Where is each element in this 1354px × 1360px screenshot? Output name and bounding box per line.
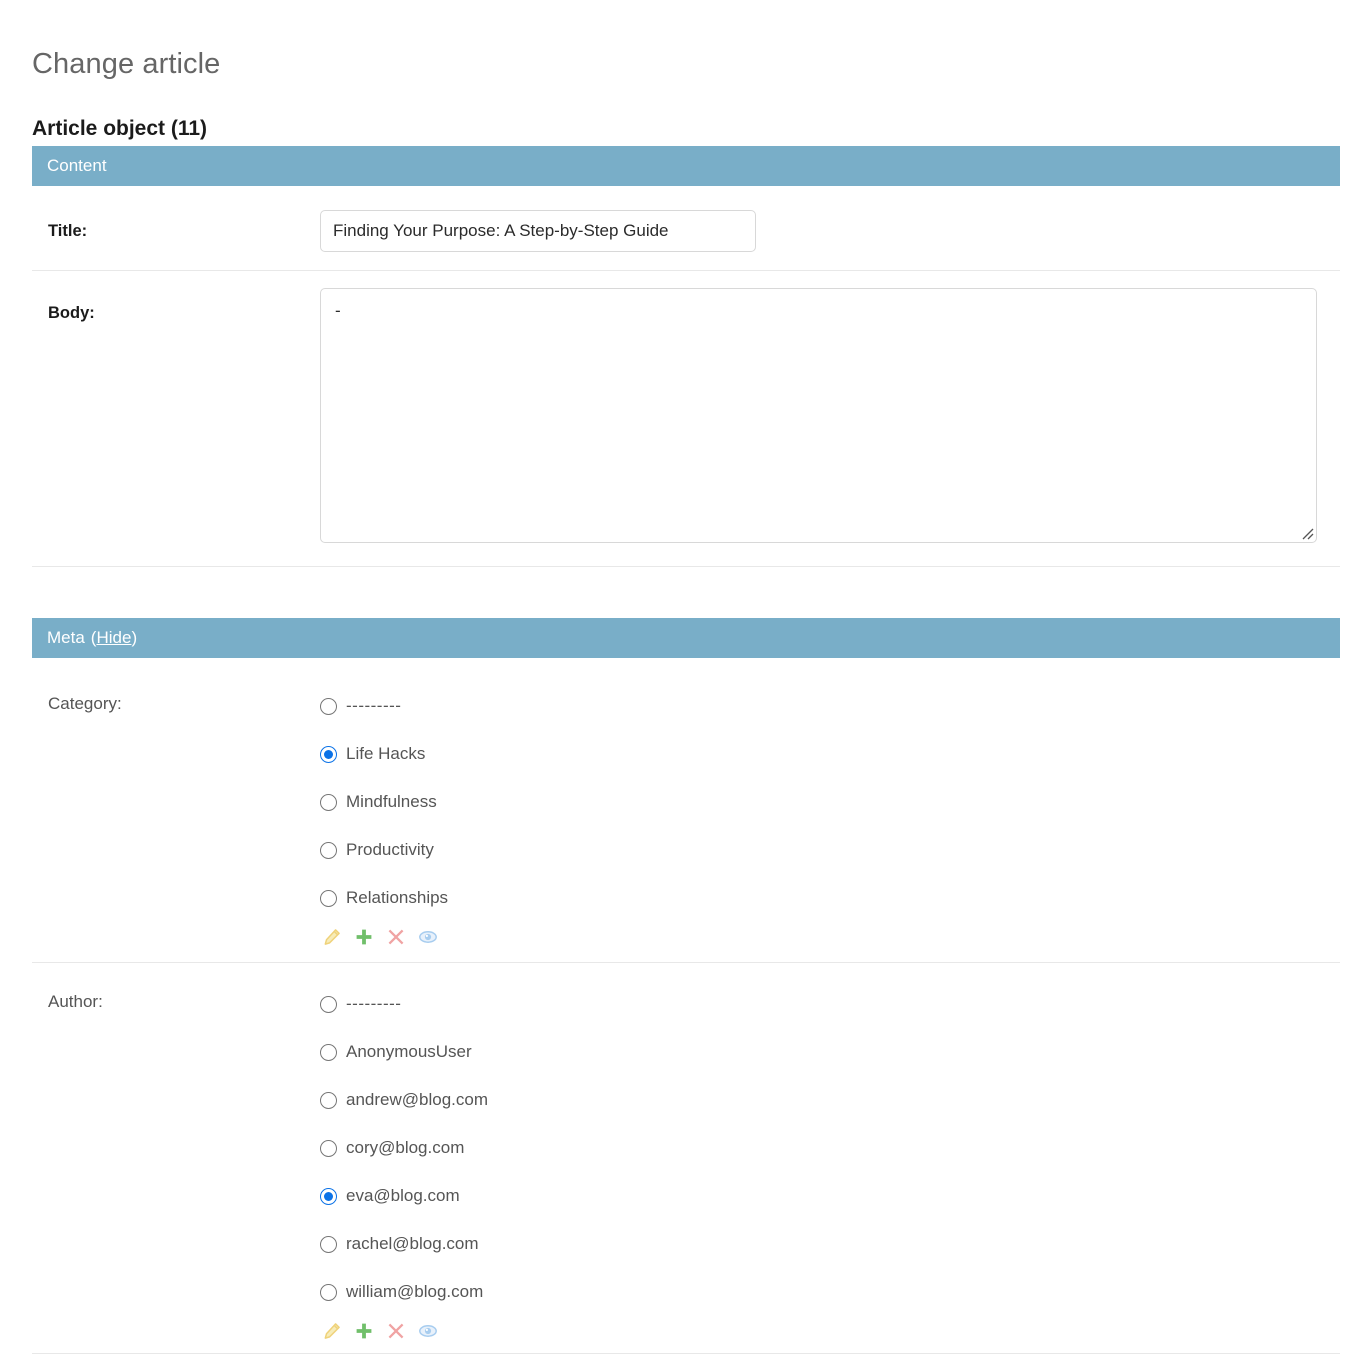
radio-button[interactable] (320, 698, 337, 715)
content-section-legend: Content (47, 156, 107, 176)
radio-option-label: Productivity (346, 840, 434, 860)
change-related-icon[interactable] (322, 1321, 342, 1341)
title-input[interactable]: Finding Your Purpose: A Step-by-Step Gui… (320, 210, 756, 252)
radio-button[interactable] (320, 890, 337, 907)
meta-legend-close-paren: ) (131, 628, 137, 648)
row-divider (32, 270, 1340, 271)
meta-section-header: Meta ( Hide ) (32, 618, 1340, 658)
radio-option-category[interactable]: Life Hacks (320, 730, 448, 778)
radio-option-author[interactable]: --------- (320, 980, 488, 1028)
meta-hide-link[interactable]: Hide (96, 628, 131, 648)
title-input-value: Finding Your Purpose: A Step-by-Step Gui… (333, 221, 743, 241)
radio-option-author[interactable]: eva@blog.com (320, 1172, 488, 1220)
radio-option-label: eva@blog.com (346, 1186, 460, 1206)
object-title: Article object (11) (32, 116, 207, 141)
change-article-page: Change article Article object (11) Conte… (0, 0, 1354, 1360)
radio-option-label: --------- (346, 696, 401, 716)
radio-option-author[interactable]: andrew@blog.com (320, 1076, 488, 1124)
radio-button-selected[interactable] (320, 1188, 337, 1205)
radio-option-label: Mindfulness (346, 792, 437, 812)
radio-option-label: william@blog.com (346, 1282, 483, 1302)
radio-button[interactable] (320, 1284, 337, 1301)
delete-related-icon[interactable] (386, 927, 406, 947)
radio-button[interactable] (320, 1140, 337, 1157)
radio-option-label: Relationships (346, 888, 448, 908)
radio-button[interactable] (320, 794, 337, 811)
radio-option-label: andrew@blog.com (346, 1090, 488, 1110)
add-related-icon[interactable] (354, 1321, 374, 1341)
view-related-icon[interactable] (418, 927, 438, 947)
title-label: Title: (48, 222, 87, 241)
author-label: Author: (48, 992, 103, 1012)
category-radio-group[interactable]: --------- Life Hacks Mindfulness Productivi… (320, 682, 448, 952)
radio-option-author[interactable]: rachel@blog.com (320, 1220, 488, 1268)
change-related-icon[interactable] (322, 927, 342, 947)
body-textarea[interactable]: - (320, 288, 1317, 543)
radio-button[interactable] (320, 1044, 337, 1061)
body-label: Body: (48, 304, 95, 323)
related-widget-actions (320, 1316, 488, 1346)
row-divider (32, 566, 1340, 567)
radio-option-author[interactable]: cory@blog.com (320, 1124, 488, 1172)
radio-button-selected[interactable] (320, 746, 337, 763)
row-divider (32, 962, 1340, 963)
radio-option-category[interactable]: --------- (320, 682, 448, 730)
textarea-resize-handle[interactable] (1298, 524, 1314, 540)
radio-option-author[interactable]: william@blog.com (320, 1268, 488, 1316)
radio-button[interactable] (320, 996, 337, 1013)
body-textarea-value: - (335, 301, 341, 320)
add-related-icon[interactable] (354, 927, 374, 947)
content-section-header: Content (32, 146, 1340, 186)
row-divider (32, 1353, 1340, 1354)
page-title: Change article (32, 47, 220, 82)
radio-option-category[interactable]: Mindfulness (320, 778, 448, 826)
radio-option-label: --------- (346, 994, 401, 1014)
radio-option-label: Life Hacks (346, 744, 425, 764)
radio-button[interactable] (320, 1092, 337, 1109)
radio-option-label: rachel@blog.com (346, 1234, 479, 1254)
radio-button[interactable] (320, 842, 337, 859)
meta-section-legend: Meta (47, 628, 85, 648)
delete-related-icon[interactable] (386, 1321, 406, 1341)
view-related-icon[interactable] (418, 1321, 438, 1341)
radio-option-label: cory@blog.com (346, 1138, 464, 1158)
related-widget-actions (320, 922, 448, 952)
radio-option-author[interactable]: AnonymousUser (320, 1028, 488, 1076)
radio-option-category[interactable]: Productivity (320, 826, 448, 874)
author-radio-group[interactable]: --------- AnonymousUser andrew@blog.com cor… (320, 980, 488, 1346)
category-label: Category: (48, 694, 122, 714)
radio-option-label: AnonymousUser (346, 1042, 472, 1062)
radio-button[interactable] (320, 1236, 337, 1253)
radio-option-category[interactable]: Relationships (320, 874, 448, 922)
